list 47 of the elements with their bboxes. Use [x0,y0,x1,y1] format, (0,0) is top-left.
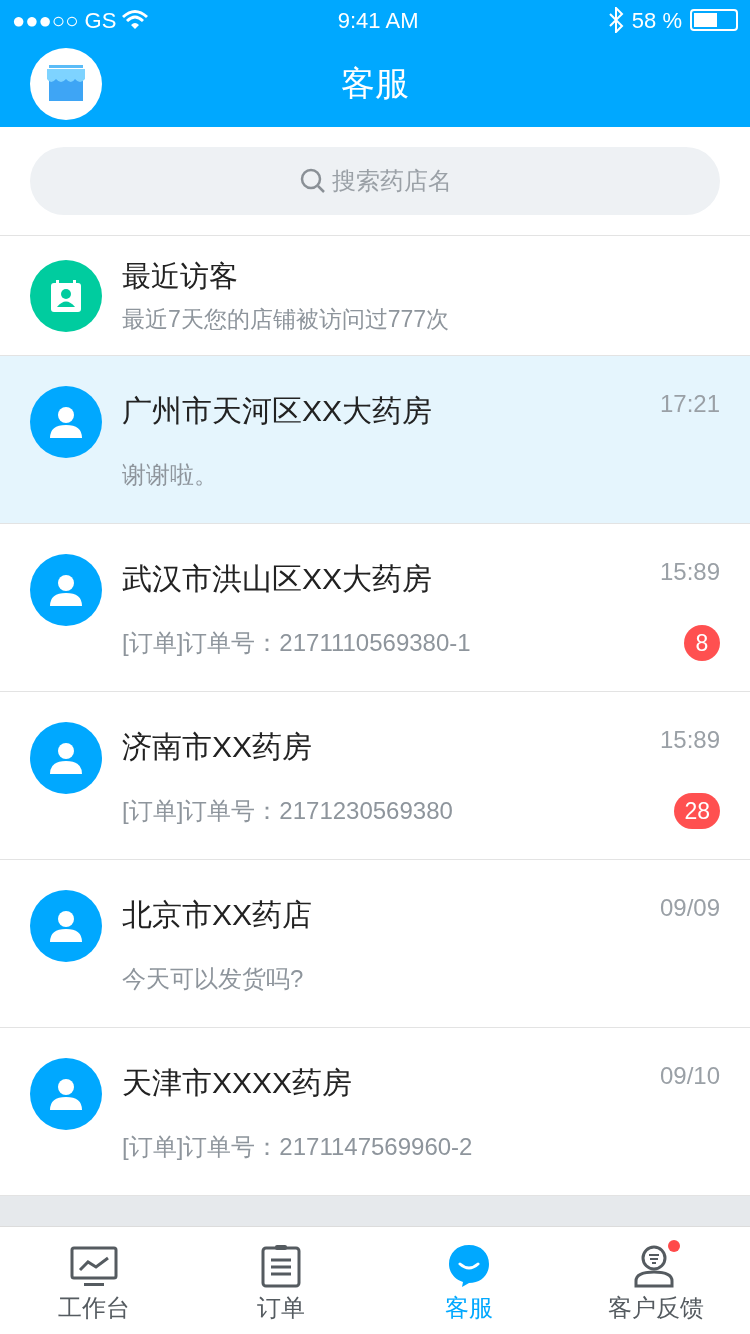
clock-time: 9:41 AM [337,6,419,35]
conversation-row[interactable]: 济南市XX药房 15:89 [订单]订单号：2171230569380 28 [0,692,750,860]
message-time: 15:89 [659,557,720,587]
battery-icon [690,9,738,31]
conversation-row[interactable]: 北京市XX药店 09/09 今天可以发货吗? [0,860,750,1028]
user-icon [49,1078,83,1110]
message-time: 09/09 [659,893,720,923]
pharmacy-name: 武汉市洪山区XX大药房 [122,561,433,597]
clipboard-icon [261,1244,302,1288]
pharmacy-name: 广州市天河区XX大药房 [122,393,433,429]
message-preview: [订单]订单号：2171230569380 [122,796,453,826]
conversation-row[interactable]: 天津市XXXX药房 09/10 [订单]订单号：2171147569960-2 [0,1028,750,1196]
tab-bar-item[interactable]: 工作台 [0,1227,188,1334]
recent-visitors-row[interactable]: 最近访客 最近7天您的店铺被访问过777次 [0,236,750,356]
pharmacy-name: 天津市XXXX药房 [122,1065,353,1101]
message-preview: 谢谢啦。 [122,460,218,490]
tab-bar-item[interactable]: 客户反馈 [562,1227,750,1334]
battery-percent: 58 % [631,6,682,35]
contact-card-icon [51,279,81,312]
conversation-row[interactable]: 武汉市洪山区XX大药房 15:89 [订单]订单号：2171110569380-1 8 [0,524,750,692]
bluetooth-icon [607,7,624,33]
wifi-icon [122,10,149,30]
message-time: 15:89 [659,725,720,755]
user-icon [49,574,83,606]
visitors-title: 最近访客 [122,258,239,294]
message-preview: [订单]订单号：2171147569960-2 [122,1132,473,1162]
pharmacy-name: 济南市XX药房 [122,729,313,765]
search-icon [300,168,326,194]
user-icon [49,910,83,942]
chart-monitor-icon [69,1246,118,1288]
user-icon [49,406,83,438]
user-icon [49,742,83,774]
pharmacy-name: 北京市XX药店 [122,897,313,933]
message-preview: 今天可以发货吗? [122,964,304,994]
message-preview: [订单]订单号：2171110569380-1 [122,628,471,658]
message-time: 17:21 [659,389,720,419]
conversation-row[interactable]: 广州市天河区XX大药房 17:21 谢谢啦。 [0,356,750,524]
storefront-icon [45,65,87,103]
search-field[interactable]: 搜索药店名 [30,147,720,215]
unread-count: 28 [674,793,720,829]
carrier-signal: ●●●○○ GS [12,6,117,35]
unread-count: 8 [684,625,720,661]
chat-bubble-icon [447,1244,490,1288]
message-time: 09/10 [659,1061,720,1091]
visitors-subtitle: 最近7天您的店铺被访问过777次 [122,305,450,334]
page-title: 客服 [341,63,409,104]
tab-bar-item[interactable]: 订单 [187,1227,375,1334]
